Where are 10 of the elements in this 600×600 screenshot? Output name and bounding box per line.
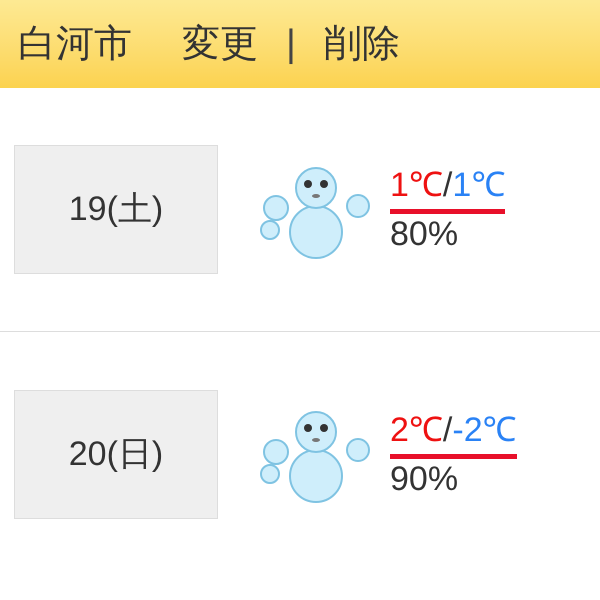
humidity: 90% bbox=[390, 458, 460, 498]
temperature-line: 2℃/-2℃ bbox=[390, 410, 517, 458]
temperature-line: 1℃/1℃ bbox=[390, 165, 506, 214]
delete-link[interactable]: 削除 bbox=[324, 16, 400, 72]
date-label: 20(日) bbox=[14, 390, 218, 518]
separator: | bbox=[286, 22, 296, 66]
humidity: 80% bbox=[390, 214, 460, 254]
city-name: 白河市 bbox=[18, 22, 132, 66]
date-label: 19(土) bbox=[14, 145, 218, 274]
change-link[interactable]: 変更 bbox=[182, 16, 258, 72]
